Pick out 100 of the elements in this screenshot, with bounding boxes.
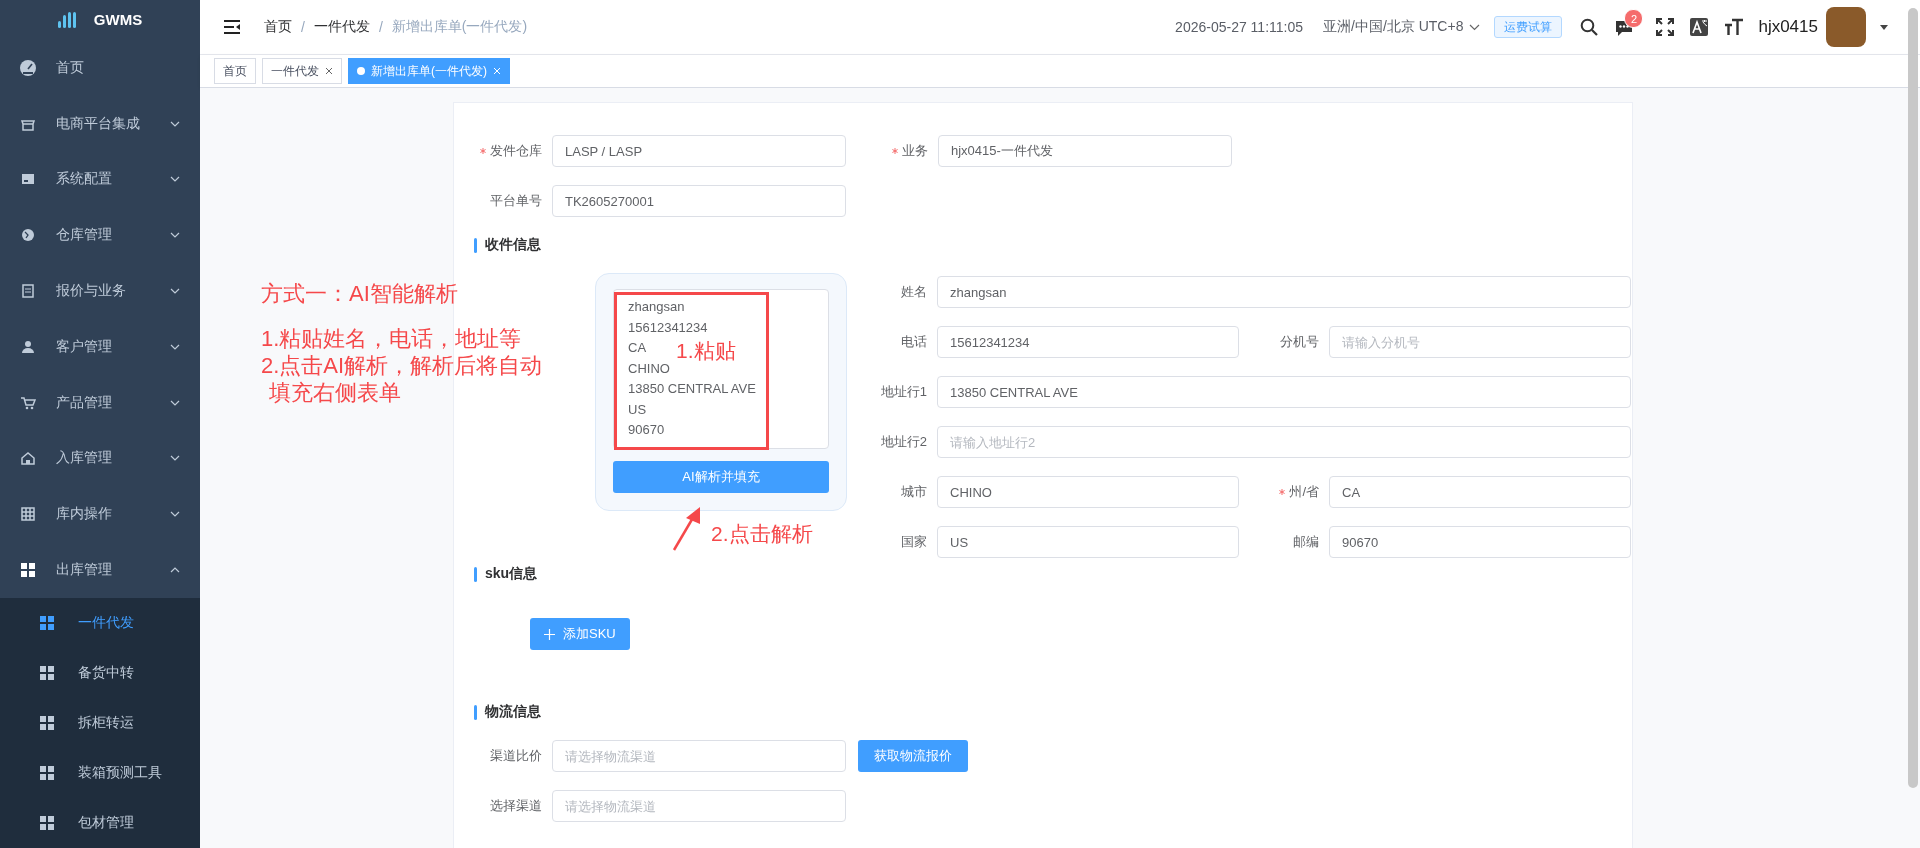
fullscreen-button[interactable]	[1656, 18, 1675, 36]
input-field[interactable]: US	[937, 526, 1239, 558]
section-title: 物流信息	[485, 703, 541, 721]
input-field[interactable]: zhangsan	[937, 276, 1631, 308]
input-field[interactable]: 15612341234	[937, 326, 1239, 358]
grid-icon	[20, 562, 36, 579]
close-icon	[493, 67, 501, 75]
input-field[interactable]: CHINO	[937, 476, 1239, 508]
annotation-label: 2.点击解析	[711, 521, 813, 547]
input-field[interactable]: 请输入地址行2	[937, 426, 1631, 458]
sidebar-menu-item[interactable]: 产品管理	[0, 374, 200, 431]
scrollbar[interactable]	[1908, 8, 1918, 788]
search-button[interactable]	[1580, 18, 1599, 36]
translate-icon	[1690, 18, 1709, 36]
breadcrumb-separator: /	[301, 19, 305, 35]
menu-label: 包材管理	[78, 814, 135, 832]
breadcrumb-link[interactable]: 一件代发	[313, 18, 370, 36]
grid-icon	[40, 816, 54, 830]
asterisk-icon	[892, 148, 898, 154]
date-time: 2026-05-27 11:11:05	[1175, 19, 1304, 35]
field-label: 邮编	[1292, 533, 1320, 551]
submenu-item[interactable]: 一件代发	[0, 598, 200, 648]
font-size-button[interactable]	[1724, 18, 1745, 36]
field-label: 电话	[900, 333, 928, 351]
sidebar-menu-item[interactable]: 出库管理	[0, 542, 200, 598]
input-field[interactable]: 请输入分机号	[1329, 326, 1631, 358]
chevron-down-icon	[170, 455, 180, 462]
search-icon	[1580, 18, 1599, 36]
menu-label: 入库管理	[56, 449, 113, 468]
menu-label: 电商平台集成	[56, 114, 141, 133]
user-menu-button[interactable]	[1826, 7, 1888, 47]
section-title: 收件信息	[485, 236, 541, 254]
chevron-down-icon	[170, 399, 180, 406]
annotation-heading: 方式一：AI智能解析	[261, 280, 459, 307]
document-icon	[20, 283, 36, 299]
sidebar-menu-item[interactable]: 首页	[0, 39, 200, 96]
input-field[interactable]: LASP / LASP	[552, 135, 846, 167]
sidebar-menu-item[interactable]: 电商平台集成	[0, 95, 200, 152]
cart-icon	[20, 394, 36, 411]
user-icon	[20, 338, 36, 355]
notification-badge: 2	[1624, 9, 1644, 28]
chevron-down-icon	[1469, 23, 1481, 31]
caret-down-icon	[1880, 24, 1888, 30]
input-field[interactable]: hjx0415-一件代发	[938, 135, 1232, 167]
asterisk-icon	[1279, 489, 1286, 495]
input-field[interactable]: 请选择物流渠道	[552, 740, 846, 772]
menu-label: 库内操作	[56, 505, 113, 524]
menu-label: 首页	[56, 58, 85, 77]
table-icon	[20, 506, 36, 523]
submenu-item[interactable]: 拆柜转运	[0, 698, 200, 748]
field-label: 地址行2	[879, 433, 928, 451]
bars-logo-icon	[57, 11, 78, 28]
annotation-step: 2.点击AI解析，解析后将自动填充右侧表单	[261, 352, 559, 406]
page-tab[interactable]: 一件代发	[262, 58, 342, 84]
chevron-down-icon	[170, 288, 180, 294]
breadcrumb-link[interactable]: 首页	[264, 18, 292, 36]
submenu-item[interactable]: 包材管理	[0, 798, 200, 848]
menu-label: 客户管理	[56, 337, 113, 356]
menu-toggle-button[interactable]	[224, 20, 240, 34]
menu-label: 报价与业务	[56, 282, 127, 300]
page-tab[interactable]: 首页	[214, 58, 256, 84]
fullscreen-icon	[1656, 18, 1675, 36]
submenu-item[interactable]: 备货中转	[0, 648, 200, 698]
asterisk-icon	[480, 148, 486, 154]
timezone-select[interactable]: 亚洲/中国/北京 UTC+8	[1323, 18, 1481, 36]
grid-icon	[40, 616, 54, 630]
avatar-photo-placeholder	[1826, 7, 1866, 47]
username: hjx0415	[1758, 17, 1818, 37]
grid-icon	[40, 666, 54, 680]
input-field[interactable]: 90670	[1329, 526, 1631, 558]
menu-label: 备货中转	[78, 664, 135, 682]
section-marker	[474, 566, 477, 582]
sidebar-menu-item[interactable]: 库内操作	[0, 486, 200, 543]
plus-icon	[544, 628, 555, 640]
input-field[interactable]: 13850 CENTRAL AVE	[937, 376, 1631, 408]
input-field[interactable]: CA	[1329, 476, 1631, 508]
field-label: 分机号	[1279, 333, 1320, 351]
sidebar-menu-item[interactable]: 报价与业务	[0, 263, 200, 319]
text-size-icon	[1724, 18, 1745, 36]
chevron-down-icon	[170, 232, 180, 239]
field-label: 地址行1	[879, 383, 928, 401]
translate-button[interactable]	[1690, 18, 1709, 36]
input-field[interactable]: 请选择物流渠道	[552, 790, 846, 822]
menu-label: 出库管理	[56, 561, 113, 580]
field-label: 渠道比价	[489, 747, 543, 765]
input-field[interactable]: TK2605270001	[552, 185, 846, 217]
sidebar-menu-item[interactable]: 客户管理	[0, 318, 200, 375]
menu-icon	[224, 20, 240, 34]
section-marker	[474, 237, 477, 253]
field-label: 州/省	[1239, 483, 1329, 501]
field-label: 姓名	[900, 283, 928, 301]
sidebar-menu-item[interactable]: 入库管理	[0, 430, 200, 487]
menu-label: 产品管理	[56, 393, 113, 412]
submenu-item[interactable]: 装箱预测工具	[0, 748, 200, 798]
field-label: 平台单号	[489, 192, 543, 210]
gauge-icon	[20, 59, 36, 76]
sidebar-menu-item[interactable]: 仓库管理	[0, 207, 200, 264]
sidebar-menu-item[interactable]: 系统配置	[0, 151, 200, 208]
field-label: 选择渠道	[489, 797, 543, 815]
section-title: sku信息	[485, 565, 538, 583]
